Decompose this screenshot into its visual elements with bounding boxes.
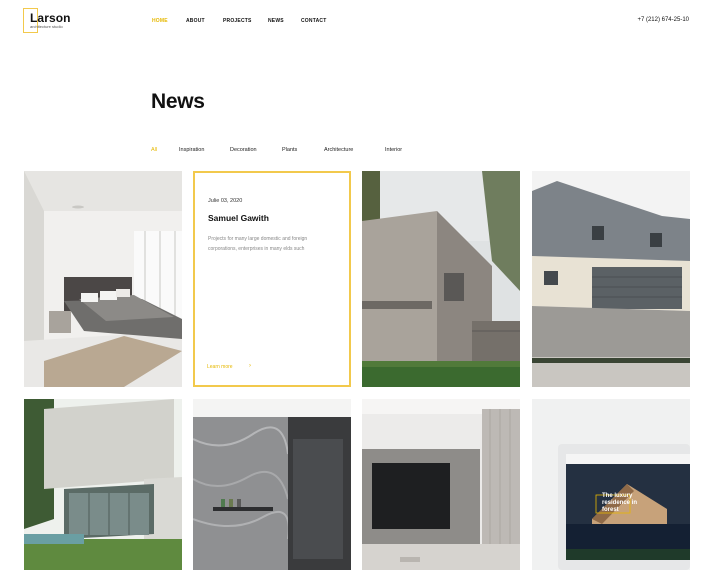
laptop-mockup-image: [532, 399, 690, 570]
post-card-laptop-promo[interactable]: [532, 399, 690, 570]
nav-about[interactable]: ABOUT: [186, 18, 205, 24]
filter-plants[interactable]: Plants: [282, 147, 297, 153]
filter-architecture[interactable]: Architecture: [324, 147, 353, 153]
post-card-living-room[interactable]: [362, 399, 520, 570]
post-card-concrete-house[interactable]: [362, 171, 520, 387]
filter-all[interactable]: All: [151, 147, 157, 153]
living-room-image: [362, 399, 520, 570]
bedroom-image: [24, 171, 182, 387]
nav-projects[interactable]: PROJECTS: [223, 18, 252, 24]
nav-home[interactable]: HOME: [152, 18, 168, 24]
featured-post-card[interactable]: Julie 03, 2020 Samuel Gawith Projects fo…: [193, 171, 351, 387]
glass-house-image: [24, 399, 182, 570]
modern-garage-image: [532, 171, 690, 387]
logo-name[interactable]: Larson: [30, 11, 71, 25]
post-card-modern-garage[interactable]: [532, 171, 690, 387]
chevron-right-icon[interactable]: ›: [249, 363, 251, 369]
post-card-glass-house[interactable]: [24, 399, 182, 570]
promo-headline: The luxury residence in forest: [602, 493, 638, 513]
post-author[interactable]: Samuel Gawith: [208, 213, 269, 223]
category-filters: All Inspiration Decoration Plants Archit…: [0, 147, 714, 157]
concrete-house-image: [362, 171, 520, 387]
nav-news[interactable]: NEWS: [268, 18, 284, 24]
learn-more-link[interactable]: Learn more: [207, 364, 233, 370]
marble-shower-image: [193, 399, 351, 570]
page-title: News: [151, 90, 205, 113]
filter-decoration[interactable]: Decoration: [230, 147, 257, 153]
phone-number[interactable]: +7 (212) 674-25-10: [637, 17, 689, 23]
nav-contact[interactable]: CONTACT: [301, 18, 326, 24]
post-card-bedroom[interactable]: [24, 171, 182, 387]
filter-interior[interactable]: Interior: [385, 147, 402, 153]
filter-inspiration[interactable]: Inspiration: [179, 147, 204, 153]
logo-tagline: architecture studio: [30, 24, 63, 29]
post-card-marble-shower[interactable]: [193, 399, 351, 570]
post-date: Julie 03, 2020: [208, 198, 243, 204]
post-excerpt: Projects for many large domestic and for…: [208, 236, 308, 252]
